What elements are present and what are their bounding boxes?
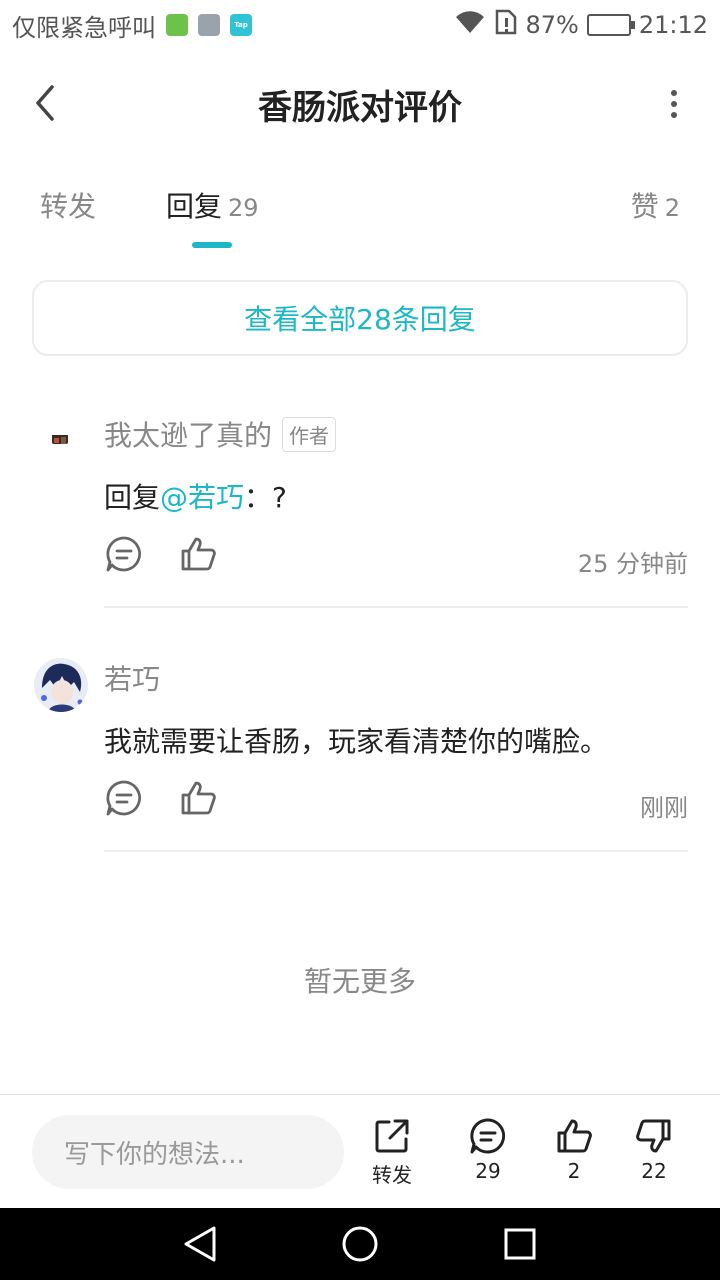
divider: [104, 606, 688, 608]
tab-reply-count: 29: [228, 194, 259, 222]
triangle-back-icon: [184, 1226, 216, 1262]
thumbs-up-icon: [181, 781, 216, 815]
tab-reply[interactable]: 回复 29: [166, 185, 259, 225]
like-count: 2: [567, 1159, 581, 1183]
like-button[interactable]: [178, 778, 218, 818]
tab-like-label: 赞: [630, 190, 659, 223]
reply-count: 29: [475, 1159, 501, 1183]
repost-label: 转发: [372, 1163, 412, 1187]
nav-recents-button[interactable]: [500, 1224, 540, 1264]
dislike-count-button[interactable]: 22: [624, 1117, 684, 1183]
tab-like-count: 2: [664, 194, 680, 222]
comment-input[interactable]: 写下你的想法...: [32, 1115, 344, 1189]
comment-header: 若巧: [104, 658, 160, 698]
avatar[interactable]: [52, 432, 68, 444]
username[interactable]: 我太逊了真的: [104, 414, 272, 454]
bottom-action-bar: 写下你的想法... 转发 29 2 22: [0, 1094, 720, 1208]
avatar[interactable]: [34, 658, 88, 712]
more-dot-icon: [671, 90, 677, 96]
status-bar: 仅限紧急呼叫 Tap 87% 21:12: [0, 0, 720, 50]
reply-prefix: 回复: [104, 481, 161, 514]
avatar-image: [52, 435, 68, 444]
tab-reply-label: 回复: [166, 190, 223, 223]
comment-item: 若巧 我就需要让香肠，玩家看清楚你的嘴脸。 刚刚: [0, 644, 720, 852]
active-tab-indicator: [192, 242, 232, 248]
comment-actions: [104, 778, 218, 818]
thumbs-up-icon: [557, 1119, 592, 1153]
comment-bubble-icon: [106, 536, 141, 572]
more-dot-icon: [671, 112, 677, 118]
view-all-replies-button[interactable]: 查看全部28条回复: [32, 280, 688, 356]
divider: [104, 850, 688, 852]
tab-bar: 转发 回复 29 赞2: [0, 160, 720, 260]
status-bar-left: 仅限紧急呼叫 Tap: [12, 8, 252, 42]
like-button[interactable]: [178, 534, 218, 574]
square-recents-icon: [504, 1228, 536, 1260]
comment-bubble-icon: [470, 1118, 506, 1154]
comment-header: 我太逊了真的 作者: [104, 414, 337, 454]
author-badge: 作者: [282, 416, 337, 452]
page-title: 香肠派对评价: [258, 88, 462, 128]
battery-icon: [586, 14, 635, 36]
mention-link[interactable]: @若巧: [160, 481, 244, 514]
circle-home-icon: [342, 1226, 378, 1262]
comment-text: 回复@若巧：?: [104, 476, 287, 516]
nav-home-button[interactable]: [340, 1224, 380, 1264]
navigation-bar: [0, 1208, 720, 1280]
carrier-text: 仅限紧急呼叫: [12, 13, 156, 42]
thumbs-down-icon: [636, 1119, 671, 1153]
share-icon: [375, 1119, 409, 1153]
sim-alert-icon: [495, 9, 517, 41]
tab-repost[interactable]: 转发: [40, 185, 96, 225]
taptap-icon: Tap: [230, 14, 252, 36]
tab-repost-label: 转发: [40, 190, 97, 223]
reply-button[interactable]: [104, 778, 144, 818]
more-dot-icon: [671, 101, 677, 107]
app-header: 香肠派对评价: [0, 50, 720, 160]
reply-button[interactable]: [104, 534, 144, 574]
battery-percent: 87%: [525, 11, 579, 39]
nav-back-button[interactable]: [180, 1224, 220, 1264]
reply-suffix: ：?: [244, 481, 287, 514]
more-options-button[interactable]: [664, 84, 684, 124]
comment-time: 刚刚: [640, 794, 688, 822]
wechat-like-icon: [166, 14, 188, 36]
comment-bubble-icon: [106, 780, 141, 816]
comment-actions: [104, 534, 218, 574]
username[interactable]: 若巧: [104, 658, 160, 698]
status-bar-right: 87% 21:12: [453, 8, 708, 42]
thumbs-up-icon: [181, 537, 216, 571]
wifi-icon: [453, 9, 487, 41]
no-more-text: 暂无更多: [303, 965, 416, 998]
comment-item: 我太逊了真的 作者 回复@若巧：? 25 分钟前: [0, 400, 720, 608]
comment-time: 25 分钟前: [577, 550, 688, 578]
reply-count-button[interactable]: 29: [458, 1117, 518, 1183]
like-count-button[interactable]: 2: [544, 1117, 604, 1183]
clock: 21:12: [638, 11, 708, 39]
tab-like[interactable]: 赞2: [631, 185, 680, 225]
comment-text: 我就需要让香肠，玩家看清楚你的嘴脸。: [104, 725, 609, 758]
dislike-count: 22: [641, 1159, 667, 1183]
gallery-icon: [198, 14, 220, 36]
repost-button[interactable]: 转发: [362, 1117, 422, 1188]
avatar-image: [34, 658, 88, 712]
